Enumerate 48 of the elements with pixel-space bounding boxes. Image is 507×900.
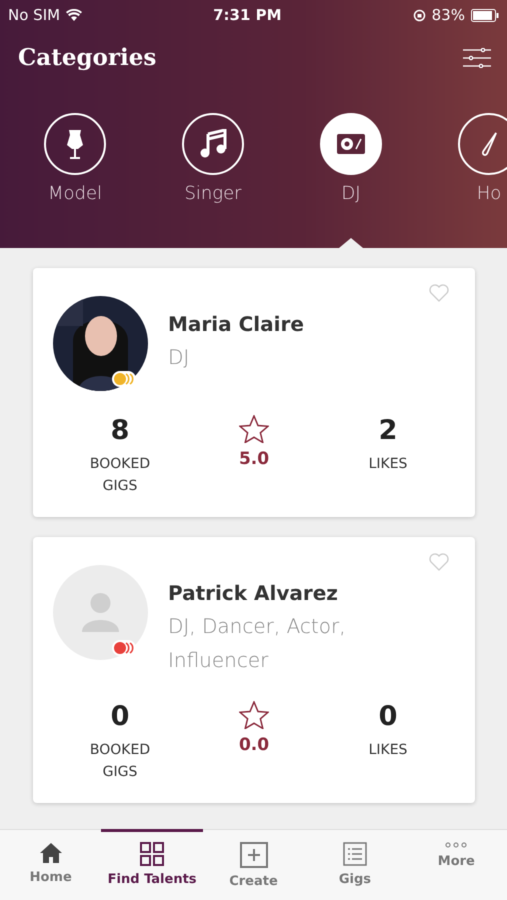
filter-sliders-icon[interactable]	[463, 48, 491, 68]
booked-label: BOOKED GIGS	[88, 741, 152, 782]
grid-icon	[140, 842, 164, 866]
plus-square-icon	[240, 842, 268, 868]
clock-text: 7:31 PM	[213, 6, 282, 24]
rotation-lock-icon	[412, 8, 426, 22]
category-label: Ho	[476, 183, 502, 204]
likes-count: 2	[378, 415, 398, 447]
rating-value: 5.0	[238, 449, 270, 469]
likes-count: 0	[378, 701, 398, 733]
more-icon	[445, 842, 468, 848]
category-label: DJ	[341, 183, 361, 204]
music-note-icon	[199, 129, 227, 159]
category-button[interactable]	[182, 113, 244, 175]
tab-bar-item[interactable]: More	[406, 829, 507, 900]
battery-icon	[470, 8, 499, 22]
tab-bar-item[interactable]: Gigs	[304, 829, 406, 900]
booked-count: 8	[110, 415, 130, 447]
likes-label: LIKES	[368, 455, 408, 474]
brush-icon	[481, 131, 497, 157]
tab-bar-item[interactable]: Create	[202, 829, 304, 900]
list-icon	[342, 842, 367, 866]
wifi-icon	[66, 9, 82, 21]
carrier-text: No SIM	[8, 6, 60, 24]
booked-count: 0	[110, 701, 130, 733]
talent-roles: DJ	[168, 344, 190, 371]
category-label: Singer	[184, 183, 242, 204]
battery-text: 83%	[432, 6, 465, 24]
booked-label: BOOKED GIGS	[88, 455, 152, 496]
likes-label: LIKES	[368, 741, 408, 760]
rating-value: 0.0	[238, 735, 270, 755]
category-button[interactable]	[458, 113, 507, 175]
tab-bar-item[interactable]: Find Talents	[101, 829, 203, 900]
talent-card[interactable]: Maria Claire DJ 8 BOOKED GIGS 5.0 2 LIKES	[33, 268, 475, 517]
turntable-icon	[337, 134, 365, 154]
talent-name: Patrick Alvarez	[168, 581, 339, 605]
category-label: Model	[48, 183, 102, 204]
talent-name: Maria Claire	[168, 312, 304, 336]
talent-card[interactable]: Patrick Alvarez DJ, Dancer, Actor, Influencer 0 BOOKED GIGS 0.0 0 LIKES	[33, 537, 475, 803]
tab-bar-item[interactable]: Home	[0, 829, 102, 900]
home-icon	[38, 842, 63, 864]
selection-pointer	[339, 238, 363, 248]
talent-roles: DJ, Dancer, Actor, Influencer	[168, 613, 347, 674]
star-icon	[239, 701, 269, 729]
category-button[interactable]	[44, 113, 106, 175]
star-icon	[239, 415, 269, 443]
avatar-placeholder-icon	[53, 565, 148, 660]
page-title: Categories	[18, 44, 156, 71]
